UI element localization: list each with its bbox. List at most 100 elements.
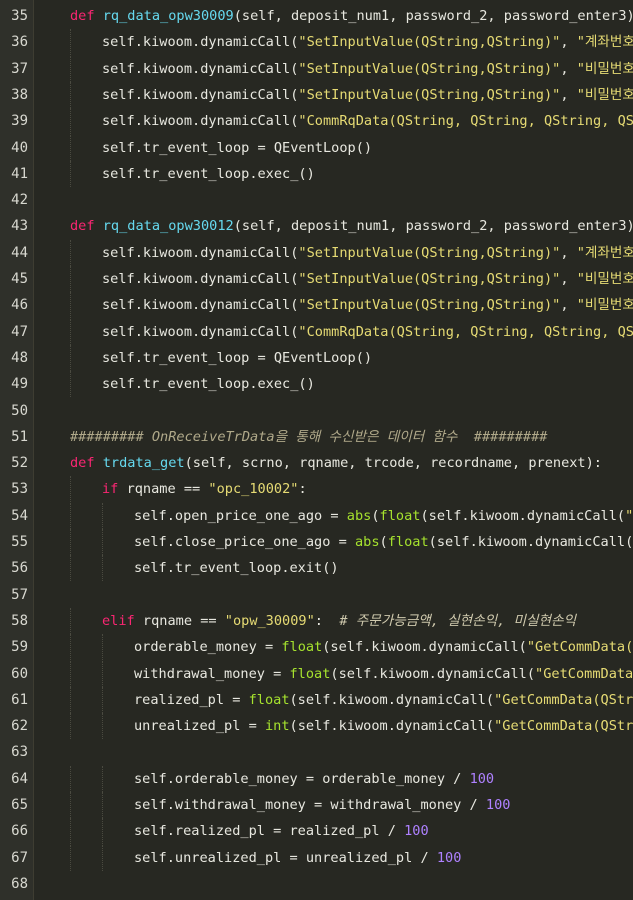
code-line[interactable]: 55 self.close_price_one_ago = abs(float(s… xyxy=(0,529,633,555)
code-line[interactable]: 45 self.kiwoom.dynamicCall("SetInputValue… xyxy=(0,266,633,292)
code-line[interactable]: 37 self.kiwoom.dynamicCall("SetInputValue… xyxy=(0,55,633,82)
line-number: 41 xyxy=(11,165,28,182)
line-text: self.kiwoom.dynamicCall("SetInputValue(Q… xyxy=(102,266,633,292)
indent-guide xyxy=(70,713,71,740)
code-token: , xyxy=(560,86,577,103)
code-line[interactable]: 68 xyxy=(0,871,633,897)
indent-guide xyxy=(102,634,103,661)
line-text: self.kiwoom.dynamicCall("CommRqData(QStr… xyxy=(102,108,633,134)
code-line[interactable]: 39 self.kiwoom.dynamicCall("CommRqData(QS… xyxy=(0,108,633,135)
code-token: , xyxy=(560,244,577,261)
code-token: self.kiwoom.dynamicCall( xyxy=(102,86,299,103)
code-line[interactable]: 49 self.tr_event_loop.exec_() xyxy=(0,371,633,398)
code-line[interactable]: 43 def rq_data_opw30012(self, deposit_num… xyxy=(0,213,633,239)
code-token: abs xyxy=(354,534,380,550)
code-line[interactable]: 50 xyxy=(0,398,633,424)
line-text: self.kiwoom.dynamicCall("SetInputValue(Q… xyxy=(102,292,633,318)
code-line[interactable]: 42 xyxy=(0,187,633,213)
code-token: (self.kiwoom.dynamicCall( xyxy=(322,639,527,656)
code-line[interactable]: 47 self.kiwoom.dynamicCall("CommRqData(QS… xyxy=(0,318,633,345)
code-line[interactable]: 58 elif rqname == "opw_30009": # 주문가능금액, … xyxy=(0,607,633,634)
line-text: ######### OnReceiveTrData을 통해 수신받은 데이터 함… xyxy=(70,424,547,450)
code-line[interactable]: 57 xyxy=(0,582,633,608)
indent-guide xyxy=(70,818,71,845)
indent-guide xyxy=(70,29,71,56)
line-number: 50 xyxy=(11,402,28,419)
line-text: self.tr_event_loop.exec_() xyxy=(102,371,315,397)
code-token: self.realized_pl = realized_pl / xyxy=(134,823,405,840)
code-line[interactable]: 46 self.kiwoom.dynamicCall("SetInputValue… xyxy=(0,292,633,319)
code-line[interactable]: 41 self.tr_event_loop.exec_() xyxy=(0,160,633,187)
line-number: 64 xyxy=(11,770,28,787)
code-line[interactable]: 60 withdrawal_money = float(self.kiwoom.d… xyxy=(0,660,633,687)
indent-guide xyxy=(70,792,71,818)
code-line[interactable]: 64 self.orderable_money = orderable_money… xyxy=(0,765,633,792)
line-number: 43 xyxy=(11,218,28,235)
code-line[interactable]: 62 unrealized_pl = int(self.kiwoom.dynami… xyxy=(0,713,633,740)
code-line[interactable]: 40 self.tr_event_loop = QEventLoop() xyxy=(0,134,633,161)
code-token: float xyxy=(289,665,331,682)
code-token: self.kiwoom.dynamicCall( xyxy=(102,60,299,77)
line-text: def trdata_get(self, scrno, rqname, trco… xyxy=(70,450,602,476)
code-token: "GetCommData(QString, QString, int, QStr… xyxy=(526,639,633,656)
indent-guide xyxy=(102,502,103,529)
indent-guide xyxy=(70,686,71,713)
code-token: elif xyxy=(102,612,143,629)
code-line[interactable]: 48 self.tr_event_loop = QEventLoop() xyxy=(0,344,633,371)
code-line[interactable]: 67 self.unrealized_pl = unrealized_pl / 1… xyxy=(0,844,633,871)
line-number: 39 xyxy=(11,113,28,130)
code-line[interactable]: 38 self.kiwoom.dynamicCall("SetInputValue… xyxy=(0,81,633,108)
code-token: self.tr_event_loop.exec_() xyxy=(102,376,315,393)
indent-guide xyxy=(70,371,71,398)
code-token: realized_pl = xyxy=(134,691,249,708)
code-line[interactable]: 35 def rq_data_opw30009(self, deposit_num… xyxy=(0,3,633,29)
line-text: self.withdrawal_money = withdrawal_money… xyxy=(134,792,510,818)
code-token: trdata_get xyxy=(102,455,185,472)
code-token: float xyxy=(387,534,429,550)
code-line[interactable]: 51 ######### OnReceiveTrData을 통해 수신받은 데이터… xyxy=(0,424,633,450)
code-token: "CommRqData(QString, QString, QString, Q… xyxy=(298,113,633,130)
code-token: ( xyxy=(379,534,388,550)
indent-guide xyxy=(70,292,71,319)
line-text: self.close_price_one_ago = abs(float(sel… xyxy=(134,529,633,555)
code-editor[interactable]: 35 def rq_data_opw30009(self, deposit_num… xyxy=(0,0,633,900)
line-number: 52 xyxy=(11,455,28,472)
code-token: self.kiwoom.dynamicCall( xyxy=(102,34,299,51)
line-text: orderable_money = float(self.kiwoom.dyna… xyxy=(134,634,633,660)
code-line[interactable]: 61 realized_pl = float(self.kiwoom.dynami… xyxy=(0,686,633,713)
code-line[interactable]: 66 self.realized_pl = realized_pl / 100 xyxy=(0,818,633,845)
line-text: self.tr_event_loop = QEventLoop() xyxy=(102,135,372,161)
line-text: if rqname == "opc_10002": xyxy=(102,476,307,502)
code-line[interactable]: 65 self.withdrawal_money = withdrawal_mon… xyxy=(0,792,633,818)
indent-guide xyxy=(70,134,71,161)
line-text: unrealized_pl = int(self.kiwoom.dynamicC… xyxy=(134,713,633,739)
code-area[interactable]: 35 def rq_data_opw30009(self, deposit_num… xyxy=(0,0,633,900)
line-number: 60 xyxy=(11,665,28,682)
indent-guide xyxy=(102,818,103,845)
line-number: 47 xyxy=(11,323,28,340)
indent-guide xyxy=(102,765,103,792)
code-line[interactable]: 44 self.kiwoom.dynamicCall("SetInputValue… xyxy=(0,239,633,266)
code-line[interactable]: 56 self.tr_event_loop.exit() xyxy=(0,555,633,582)
code-line[interactable]: 53 if rqname == "opc_10002": xyxy=(0,476,633,503)
indent-guide xyxy=(70,660,71,687)
line-text: def rq_data_opw30012(self, deposit_num1,… xyxy=(70,213,633,239)
line-number: 62 xyxy=(11,718,28,735)
code-token: orderable_money = xyxy=(134,639,282,656)
code-line[interactable]: 59 orderable_money = float(self.kiwoom.dy… xyxy=(0,634,633,661)
code-token: self.kiwoom.dynamicCall( xyxy=(102,297,299,314)
code-line[interactable]: 54 self.open_price_one_ago = abs(float(se… xyxy=(0,502,633,529)
code-line[interactable]: 52 def trdata_get(self, scrno, rqname, tr… xyxy=(0,450,633,476)
line-text: self.tr_event_loop.exec_() xyxy=(102,161,315,187)
code-token: "CommRqData(QString, QString, QString, Q… xyxy=(298,323,633,340)
code-token: "비밀번호" xyxy=(576,271,633,287)
code-line[interactable]: 36 self.kiwoom.dynamicCall("SetInputValue… xyxy=(0,29,633,56)
code-token: "비밀번호" xyxy=(576,297,633,314)
code-token: self.kiwoom.dynamicCall( xyxy=(102,244,299,261)
code-token: ######### OnReceiveTrData을 통해 수신받은 데이터 함… xyxy=(70,428,548,445)
line-text: realized_pl = float(self.kiwoom.dynamicC… xyxy=(134,687,633,713)
code-token: abs xyxy=(346,507,372,524)
code-token: def xyxy=(70,218,103,235)
code-line[interactable]: 63 xyxy=(0,739,633,765)
indent-guide xyxy=(70,476,71,503)
